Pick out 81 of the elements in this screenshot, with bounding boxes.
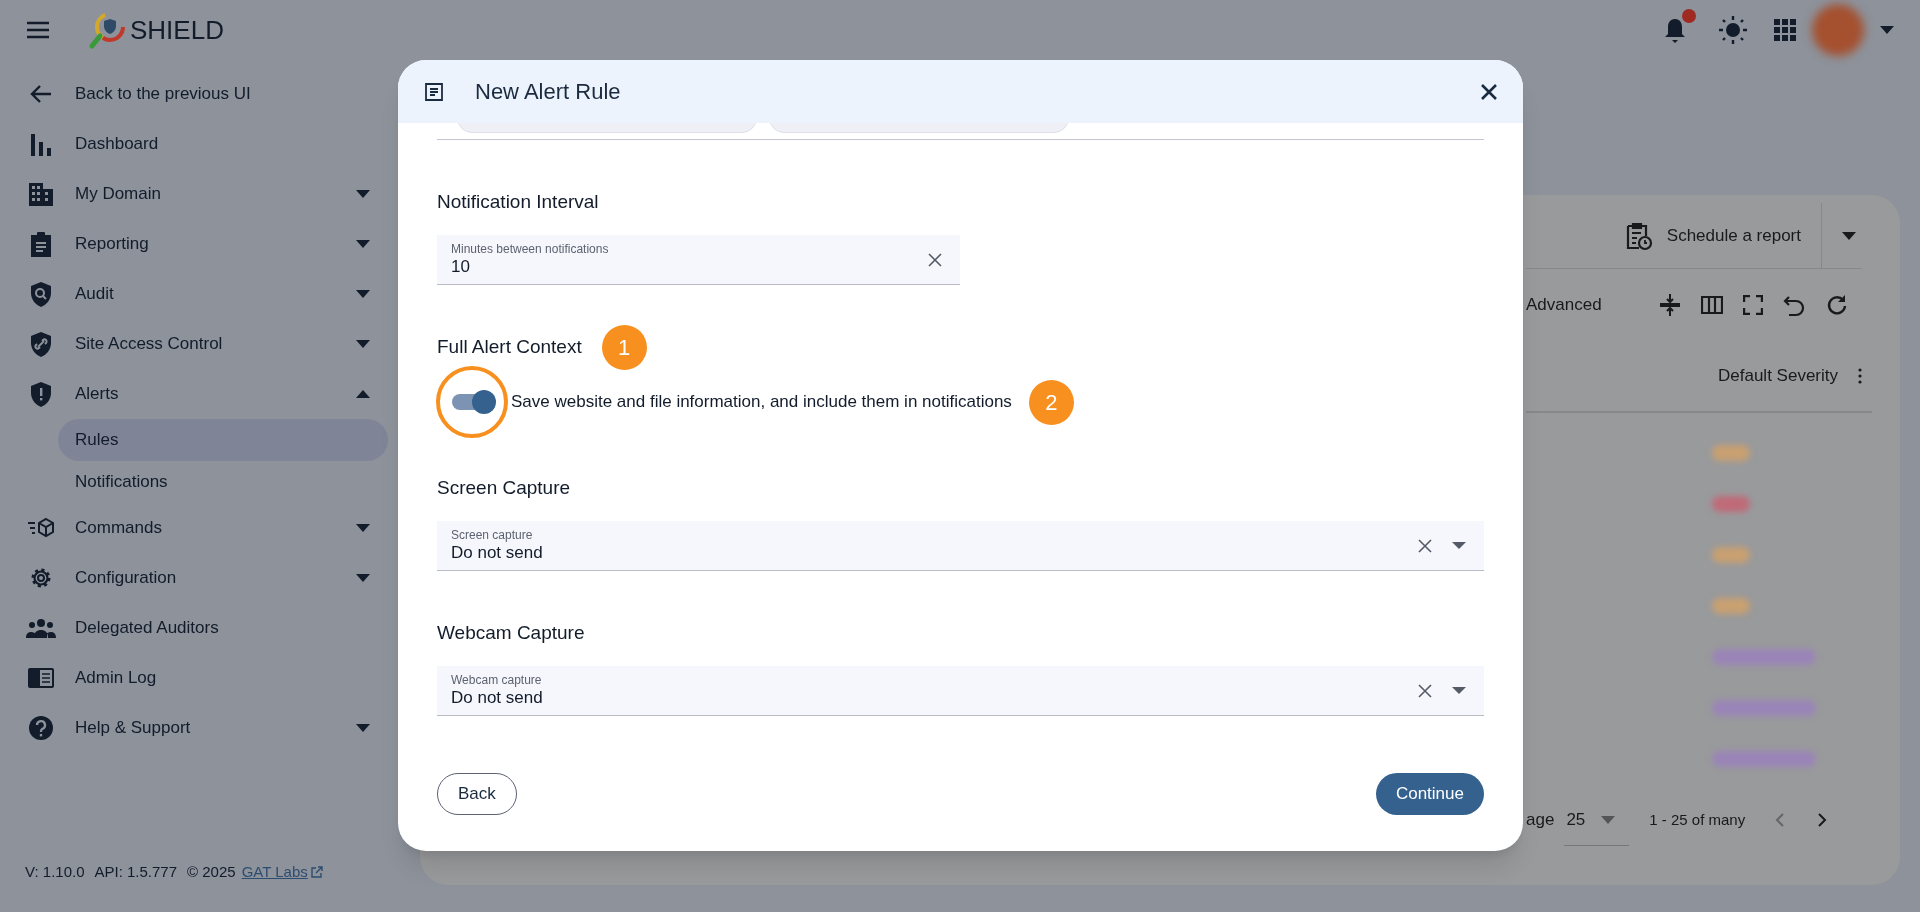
sidebar-subitem[interactable]: Rules	[58, 419, 388, 461]
sidebar-item[interactable]: Dashboard	[0, 119, 400, 169]
clipboard-icon	[30, 231, 52, 257]
shield-link-icon	[30, 331, 52, 357]
caret-icon[interactable]	[1880, 26, 1894, 34]
form-icon	[425, 82, 443, 101]
select-field[interactable]: Webcam capture Do not send	[437, 666, 1484, 716]
external-link-icon	[310, 865, 323, 878]
column-header[interactable]: Default Severity	[1718, 363, 1838, 389]
copyright-text: © 2025	[187, 861, 236, 882]
sidebar-item[interactable]: Audit	[0, 269, 400, 319]
bar-chart-icon	[30, 132, 52, 156]
gat-labs-link[interactable]: GAT Labs	[241, 860, 323, 883]
api-version-text: API: 1.5.777	[94, 861, 178, 882]
expand-caret-icon[interactable]	[356, 240, 370, 248]
sidebar-item[interactable]: Help & Support	[0, 703, 400, 753]
sidebar-item[interactable]: Delegated Auditors	[0, 603, 400, 653]
section-heading: Webcam Capture	[437, 620, 585, 645]
calendar-clock-icon	[1624, 220, 1653, 251]
sidebar-item[interactable]: Reporting	[0, 219, 400, 269]
version-text: V: 1.10.0	[25, 861, 85, 882]
shield-search-icon	[30, 281, 52, 307]
apps-grid-icon[interactable]	[1774, 19, 1796, 41]
select-field[interactable]: Screen capture Do not send	[437, 521, 1484, 571]
app-title: SHIELD	[130, 13, 224, 47]
sidebar-item[interactable]: Admin Log	[0, 653, 400, 703]
dropdown-caret-icon[interactable]	[1452, 542, 1466, 549]
sidebar-item[interactable]: Commands	[0, 503, 400, 553]
dialog-button[interactable]: Continue	[1375, 773, 1484, 815]
close-icon[interactable]	[1480, 82, 1498, 101]
rows-per-page-label: age	[1526, 809, 1555, 832]
toggle-label: Save website and file information, and include them in notifications	[511, 391, 1012, 414]
help-icon	[28, 715, 54, 741]
toggle-switch[interactable]	[436, 366, 508, 438]
clear-icon[interactable]	[928, 252, 942, 267]
expand-caret-icon[interactable]	[356, 290, 370, 298]
refresh-icon[interactable]	[1825, 294, 1847, 316]
building-icon	[28, 182, 54, 206]
shield-alert-icon	[30, 381, 52, 407]
section-heading: Notification Interval	[437, 189, 599, 214]
columns-icon[interactable]	[1701, 296, 1723, 314]
clear-icon[interactable]	[1418, 683, 1432, 698]
sidebar-subitem[interactable]: Notifications	[58, 461, 388, 503]
expand-caret-icon[interactable]	[356, 724, 370, 732]
menu-icon[interactable]	[26, 21, 50, 39]
caret-icon[interactable]	[1601, 815, 1616, 824]
page-size-select[interactable]: 25	[1564, 794, 1630, 846]
dialog-title: New Alert Rule	[475, 78, 621, 106]
expand-caret-icon[interactable]	[356, 524, 370, 532]
step-badge: 1	[601, 324, 647, 370]
pagination-range: 1 - 25 of many	[1649, 809, 1746, 830]
advanced-filter-button[interactable]: Advanced	[1526, 292, 1651, 318]
step-badge: 2	[1028, 379, 1074, 425]
more-icon[interactable]	[1858, 368, 1862, 384]
undo-icon[interactable]	[1783, 293, 1805, 317]
expand-caret-icon[interactable]	[356, 190, 370, 198]
next-page-icon[interactable]	[1817, 812, 1828, 828]
clear-icon[interactable]	[1418, 538, 1432, 553]
schedule-report-button[interactable]: Schedule a report	[1666, 203, 1822, 268]
caret-icon[interactable]	[1842, 231, 1856, 240]
input-field[interactable]: Minutes between notifications 10	[437, 235, 960, 285]
people-icon	[26, 618, 56, 638]
sidebar-item[interactable]: Back to the previous UI	[0, 69, 400, 119]
row-density-icon[interactable]	[1659, 293, 1681, 317]
dropdown-caret-icon[interactable]	[1452, 687, 1466, 694]
sidebar-item[interactable]: Configuration	[0, 553, 400, 603]
expand-caret-icon[interactable]	[356, 340, 370, 348]
brightness-icon[interactable]	[1718, 15, 1748, 45]
section-heading: Full Alert Context	[437, 334, 582, 359]
sidebar-item[interactable]: Site Access Control	[0, 319, 400, 369]
sidebar-item[interactable]: My Domain	[0, 169, 400, 219]
dialog-button[interactable]: Back	[437, 773, 517, 815]
collapse-caret-icon[interactable]	[356, 390, 370, 398]
back-arrow-icon	[30, 84, 52, 104]
logo-icon	[88, 10, 128, 50]
cube-lines-icon	[27, 517, 55, 539]
fullscreen-icon[interactable]	[1743, 295, 1763, 315]
book-icon	[27, 667, 55, 689]
expand-caret-icon[interactable]	[356, 574, 370, 582]
section-heading: Screen Capture	[437, 475, 571, 500]
sidebar-item[interactable]: Alerts	[0, 369, 400, 419]
